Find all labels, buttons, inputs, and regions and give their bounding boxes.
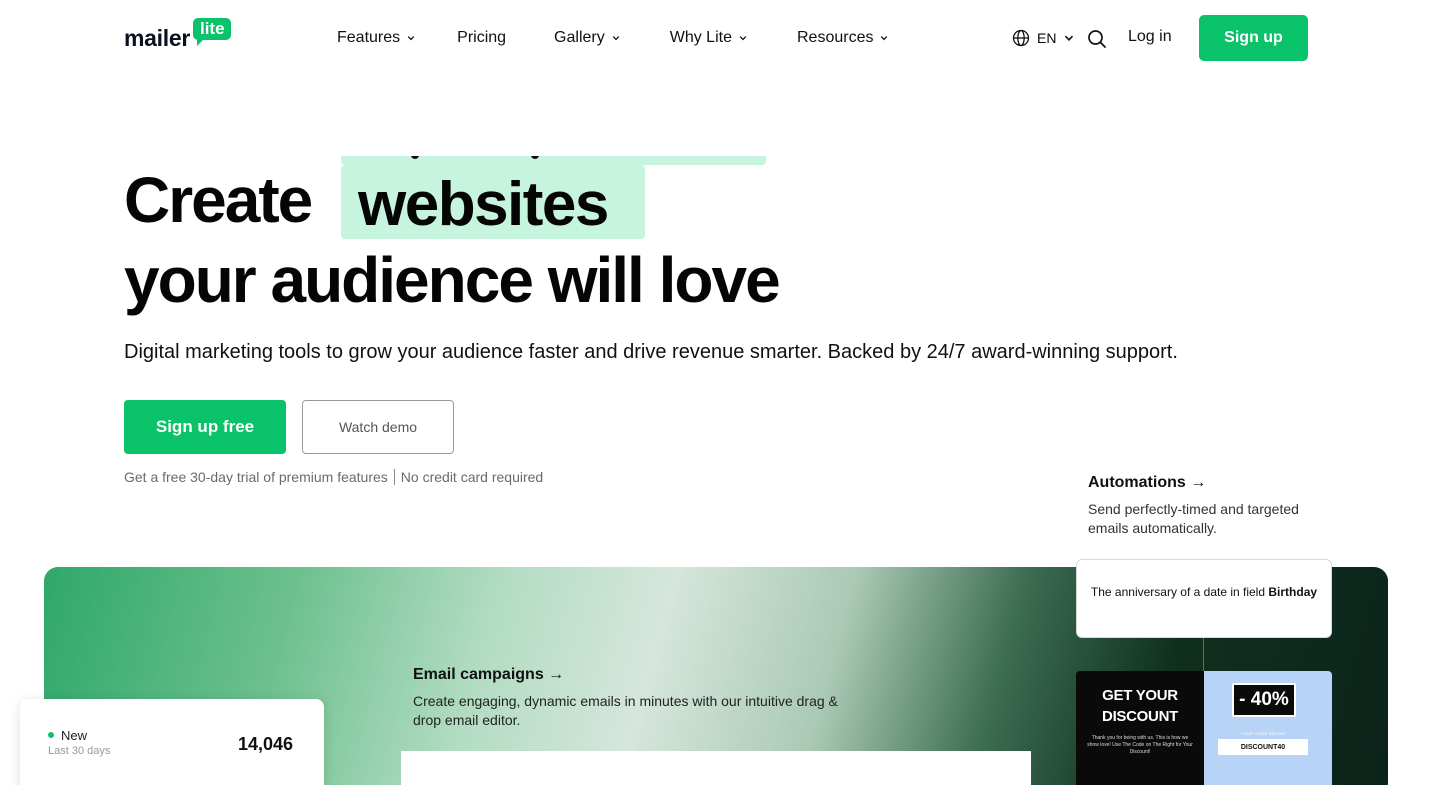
stat-label: New [61,728,88,743]
headline-start: Create [124,164,313,236]
stat-period: Last 30 days [48,745,111,757]
headline-rotating-word: websites [358,170,609,239]
signup-free-button[interactable]: Sign up free [124,400,286,454]
nav-features-label: Features [337,29,401,46]
status-dot [48,732,54,738]
nav-gallery[interactable]: Gallery [554,27,620,49]
signup-button[interactable]: Sign up [1199,15,1308,61]
language-label: EN [1037,30,1057,46]
chevron-down-icon [1065,35,1074,41]
trigger-text: The anniversary of a date in field [1090,585,1266,599]
promo-left-panel: GET YOUR DISCOUNT Thank you for being wi… [1076,671,1204,785]
automations-description: Send perfectly-timed and targeted emails… [1088,501,1299,536]
automations-link[interactable]: Automations → [1088,474,1206,492]
globe-icon [1012,29,1030,47]
login-link[interactable]: Log in [1128,28,1172,46]
trial-note: Get a free 30-day trial of premium featu… [124,469,543,485]
divider [393,469,395,485]
language-selector[interactable]: EN [1012,29,1074,47]
discount-code: DISCOUNT40 [1218,739,1308,755]
workflow-connector [1203,638,1204,672]
email-campaigns-description: Create engaging, dynamic emails in minut… [413,693,838,728]
nav-features[interactable]: Features [337,27,415,49]
stat-value: 14,046 [238,734,294,754]
nav-resources-label: Resources [796,29,874,46]
promo-right-panel: - 40% YOUR CODE BELOW DISCOUNT40 [1204,671,1332,785]
email-campaigns-link[interactable]: Email campaigns → [413,666,564,684]
nav-gallery-label: Gallery [554,29,605,46]
mailerlite-logo[interactable]: mailer lite [124,18,231,52]
nav-pricing-label: Pricing [457,29,507,46]
subscribers-stat-card: New Last 30 days 14,046 [20,699,324,785]
email-editor-preview [401,751,1031,785]
promo-email-preview: GET YOUR DISCOUNT Thank you for being wi… [1076,671,1332,785]
automation-trigger-card: The anniversary of a date in field Birth… [1076,559,1332,638]
trial-note-left: Get a free 30-day trial of premium featu… [124,469,388,485]
chevron-down-icon [407,36,415,41]
chevron-down-icon [739,36,747,41]
main-nav: Features Pricing Gallery Why Lite Resour… [337,27,888,49]
trial-note-right: No credit card required [400,469,544,485]
promo-headline-2: DISCOUNT [1102,708,1178,725]
search-icon[interactable] [1087,29,1107,49]
promo-headline-1: GET YOUR [1102,687,1178,704]
headline-end: your audience will love [124,244,781,316]
chevron-down-icon [612,36,619,41]
logo-wordmark: mailer [124,25,190,51]
nav-why-lite[interactable]: Why Lite [670,27,747,49]
nav-pricing[interactable]: Pricing [457,27,506,49]
promo-small-text: Thank you for being with us. This is how… [1087,735,1193,755]
trigger-field: Birthday [1268,585,1318,599]
logo-badge: lite [192,18,231,46]
nav-why-lite-label: Why Lite [669,29,732,46]
site-header: mailer lite Features Pricing Gallery Why… [0,0,1434,78]
rotating-word-previous [341,156,766,165]
discount-code-label: YOUR CODE BELOW [1240,731,1286,736]
watch-demo-button[interactable]: Watch demo [302,400,454,454]
discount-percent: - 40% [1232,683,1296,717]
nav-resources[interactable]: Resources [797,27,888,49]
hero-subtitle: Digital marketing tools to grow your aud… [124,341,1178,363]
chevron-down-icon [881,36,888,41]
